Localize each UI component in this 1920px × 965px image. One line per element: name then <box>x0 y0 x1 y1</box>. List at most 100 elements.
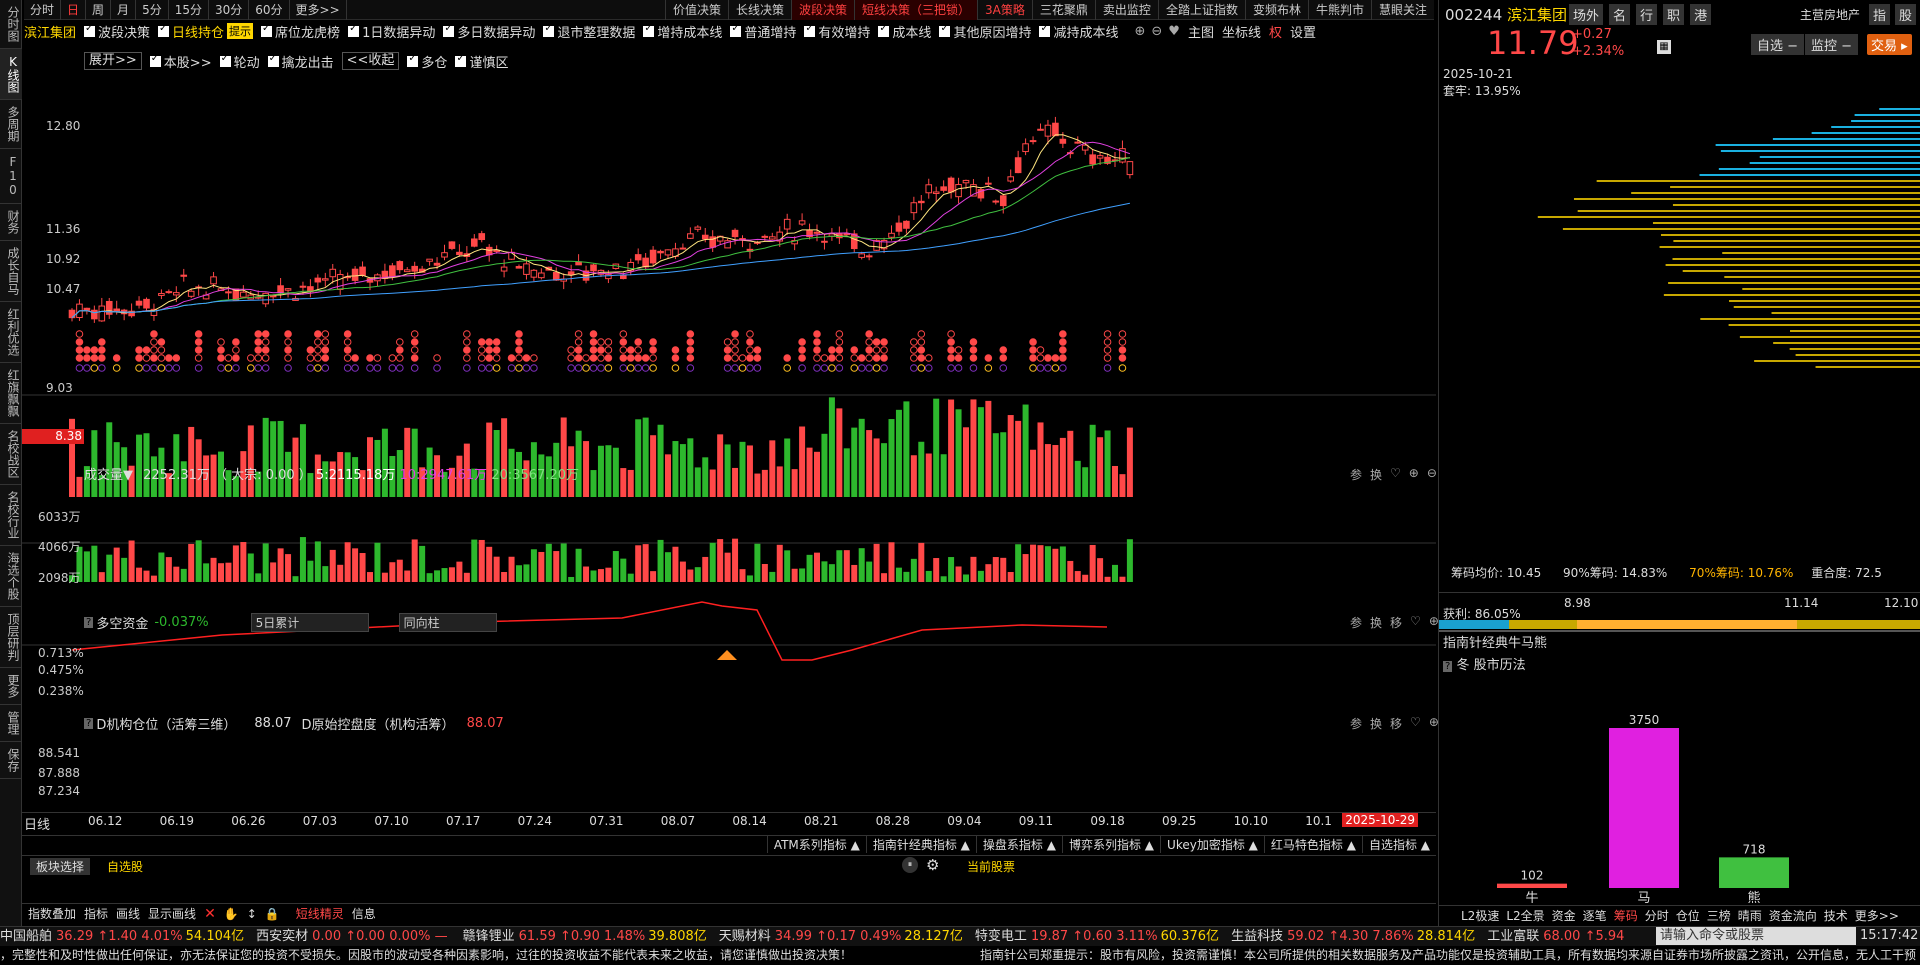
period-tab[interactable]: 日 <box>61 0 87 20</box>
money-select-1[interactable]: 5日累计 <box>250 612 369 632</box>
left-tab[interactable]: 管理 <box>0 705 22 742</box>
panel-control[interactable]: 参 <box>1350 715 1362 732</box>
quote-button[interactable]: 指 <box>1868 4 1890 25</box>
quote-tag[interactable]: 场外 <box>1569 4 1604 25</box>
indicator-group[interactable]: Ukey加密指标 ▲ <box>1160 836 1264 853</box>
panel-control[interactable]: 换 <box>1370 715 1382 732</box>
gear-icon[interactable]: ⚙ <box>926 856 939 874</box>
strategy-tab[interactable]: 波段决策 <box>791 0 855 20</box>
row2-check[interactable]: 多仓 <box>407 52 447 71</box>
right-tab[interactable]: 三榜 <box>1707 907 1731 924</box>
right-tab[interactable]: 资金流向 <box>1769 907 1817 924</box>
indicator-check[interactable]: 增持成本线 <box>643 22 722 41</box>
strategy-tab[interactable]: 长线决策 <box>728 0 791 20</box>
row2-check[interactable]: 轮动 <box>219 52 260 71</box>
period-tab[interactable]: 月 <box>111 0 137 20</box>
left-tab[interactable]: 海选个股 <box>0 546 22 607</box>
chart-area[interactable] <box>22 70 1436 670</box>
strategy-tab[interactable]: 3A策略 <box>977 0 1032 20</box>
ticker-item[interactable]: 天赐材料 34.99 ↑0.17 0.49% 28.127亿 <box>719 929 963 944</box>
ticker-item[interactable]: 西安奕材 0.00 ↑0.00 0.00% — <box>256 929 451 944</box>
bottom-tool[interactable]: 显示画线 <box>148 905 196 922</box>
left-tab[interactable]: 顶层研判 <box>0 607 22 668</box>
period-tab[interactable]: 周 <box>86 0 112 20</box>
pause-icon[interactable]: ⏸ <box>902 857 918 873</box>
help-icon[interactable]: ? <box>84 717 94 729</box>
quote-tag[interactable]: 名 <box>1609 4 1631 25</box>
indicator-check[interactable]: 有效增持 <box>804 22 870 41</box>
command-input[interactable]: 请输入命令或股票 <box>1656 927 1856 945</box>
toolbar-icon[interactable]: ♥ <box>1168 24 1180 39</box>
strategy-tab[interactable]: 牛熊判市 <box>1307 0 1371 20</box>
right-tab[interactable]: 更多>> <box>1855 907 1899 924</box>
quote-tag[interactable]: 港 <box>1690 4 1712 25</box>
left-tab[interactable]: 保存 <box>0 742 22 779</box>
ticker-item[interactable]: 赣锋锂业 61.59 ↑0.90 1.48% 39.808亿 <box>463 929 707 944</box>
block-select-tab[interactable]: 板块选择 <box>30 858 91 875</box>
panel-icon[interactable]: ⊖ <box>1427 466 1437 483</box>
strategy-tab[interactable]: 短线决策（三把锁） <box>854 0 978 20</box>
period-tab[interactable]: 更多>> <box>290 0 347 20</box>
bottom-tool[interactable]: 画线 <box>116 905 140 922</box>
collapse-button[interactable]: <<收起 <box>341 52 400 70</box>
toolbar-link[interactable]: 坐标线 <box>1222 22 1261 41</box>
toolbar-link[interactable]: 设置 <box>1290 22 1316 41</box>
left-tab[interactable]: 名校行业 <box>0 485 22 546</box>
toolbar-icon[interactable]: ⊖ <box>1151 24 1162 39</box>
left-tab[interactable]: 更多 <box>0 668 22 705</box>
help-icon[interactable]: ? <box>84 616 94 628</box>
tips-badge[interactable]: 提示 <box>227 23 254 39</box>
toolbar-link[interactable]: 权 <box>1269 22 1282 41</box>
strategy-tab[interactable]: 三花聚鼎 <box>1031 0 1095 20</box>
left-tab[interactable]: 多周期 <box>0 100 22 149</box>
strategy-tab[interactable]: 慧眼关注 <box>1370 0 1434 20</box>
indicator-group[interactable]: 红马特色指标 ▲ <box>1263 836 1362 853</box>
row2-check[interactable]: 本股>> <box>149 52 212 71</box>
right-tab[interactable]: L2极速 <box>1461 907 1499 924</box>
right-tab[interactable]: 晴雨 <box>1738 907 1762 924</box>
indicator-group[interactable]: 博弈系列指标 ▲ <box>1061 836 1160 853</box>
date-type[interactable]: 日线 <box>24 814 50 833</box>
right-tab[interactable]: 逐笔 <box>1583 907 1607 924</box>
panel-icon[interactable]: ⊕ <box>1409 466 1419 483</box>
panel-control[interactable]: 参 <box>1350 466 1362 483</box>
toolbar-icon[interactable]: ⊕ <box>1134 24 1145 39</box>
indicator-group[interactable]: ATM系列指标 ▲ <box>766 836 866 853</box>
left-tab[interactable]: 成长自马 <box>0 241 22 302</box>
period-tab[interactable]: 60分 <box>249 0 290 20</box>
panel-control[interactable]: 移 <box>1390 715 1402 732</box>
expand-button[interactable]: 展开>> <box>84 52 142 70</box>
left-tab[interactable]: K线图 <box>0 49 22 100</box>
left-tab[interactable]: 红旗飘飘 <box>0 363 22 424</box>
panel-control[interactable]: 参 <box>1350 614 1362 631</box>
right-tab[interactable]: 分时 <box>1645 907 1669 924</box>
ticker-item[interactable]: 中国船舶 36.29 ↑1.40 4.01% 54.104亿 <box>0 929 244 944</box>
panel-control[interactable]: 移 <box>1390 614 1402 631</box>
panel-control[interactable]: 换 <box>1370 466 1382 483</box>
strategy-tab[interactable]: 变频布林 <box>1244 0 1308 20</box>
right-tab[interactable]: 资金 <box>1552 907 1576 924</box>
indicator-check[interactable]: 多日数据异动 <box>443 22 535 41</box>
self-stock-tab[interactable]: 自选股 <box>107 858 143 875</box>
ticker-item[interactable]: 工业富联 68.00 ↑5.94 <box>1487 929 1627 944</box>
panel-icon[interactable]: ♡ <box>1410 715 1421 732</box>
period-tab[interactable]: 30分 <box>209 0 250 20</box>
quote-tag[interactable]: 行 <box>1636 4 1658 25</box>
toolbar-link[interactable]: 主图 <box>1188 22 1214 41</box>
quote-button[interactable]: 股 <box>1894 4 1916 25</box>
indicator-group[interactable]: 指南针经典指标 ▲ <box>865 836 976 853</box>
indicator-check[interactable]: 成本线 <box>878 22 931 41</box>
strategy-tab[interactable]: 价值决策 <box>664 0 728 20</box>
move-icon[interactable]: ↕ <box>247 907 257 921</box>
money-select-2[interactable]: 同向柱 <box>398 612 497 632</box>
indicator-group[interactable]: 操盘系指标 ▲ <box>975 836 1062 853</box>
lock-icon[interactable]: 🔒 <box>265 907 280 921</box>
indicator-check[interactable]: 1日数据异动 <box>348 22 435 41</box>
strategy-tab[interactable]: 全踏上证指数 <box>1157 0 1245 20</box>
panel-icon[interactable]: ♡ <box>1390 466 1401 483</box>
indicator-check[interactable]: 席位龙虎榜 <box>261 22 340 41</box>
indicator-check[interactable]: 其他原因增持 <box>939 22 1031 41</box>
delete-icon[interactable]: ✕ <box>204 906 216 922</box>
info-tab[interactable]: 信息 <box>352 905 376 922</box>
bottom-tool[interactable]: 指标 <box>84 905 108 922</box>
